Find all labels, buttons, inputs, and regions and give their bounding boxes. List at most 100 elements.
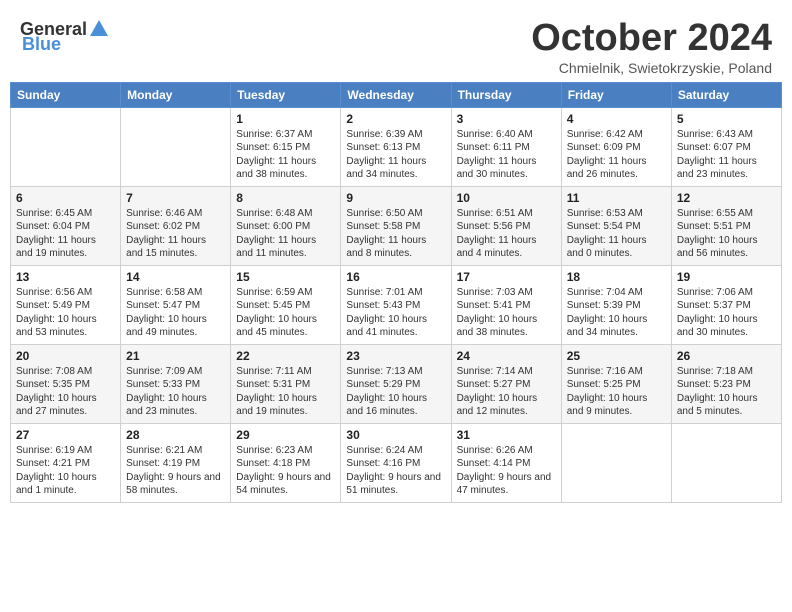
day-info: Sunrise: 7:14 AM Sunset: 5:27 PM Dayligh… — [457, 365, 556, 419]
page-header: General Blue October 2024 Chmielnik, Swi… — [10, 10, 782, 82]
weekday-header-friday: Friday — [561, 82, 671, 107]
day-info: Sunrise: 6:56 AM Sunset: 5:49 PM Dayligh… — [16, 286, 115, 340]
day-number: 15 — [236, 270, 335, 284]
day-info: Sunrise: 6:53 AM Sunset: 5:54 PM Dayligh… — [567, 207, 666, 261]
calendar-day-cell: 20Sunrise: 7:08 AM Sunset: 5:35 PM Dayli… — [11, 344, 121, 423]
calendar-day-cell: 2Sunrise: 6:39 AM Sunset: 6:13 PM Daylig… — [341, 107, 451, 186]
day-number: 1 — [236, 112, 335, 126]
day-number: 29 — [236, 428, 335, 442]
day-number: 4 — [567, 112, 666, 126]
calendar-day-cell: 10 Sunrise: 6:51 AM Sunset: 5:56 PM Dayli… — [451, 186, 561, 265]
day-number: 5 — [677, 112, 776, 126]
day-number: 19 — [677, 270, 776, 284]
day-number: 2 — [346, 112, 445, 126]
calendar-day-cell: 19Sunrise: 7:06 AM Sunset: 5:37 PM Dayli… — [671, 265, 781, 344]
location-subtitle: Chmielnik, Swietokrzyskie, Poland — [531, 60, 772, 76]
calendar-day-cell: 5 Sunrise: 6:43 AM Sunset: 6:07 PM Daylig… — [671, 107, 781, 186]
day-info: Sunrise: 6:21 AM Sunset: 4:19 PM Dayligh… — [126, 444, 225, 498]
weekday-header-tuesday: Tuesday — [231, 82, 341, 107]
day-info: Sunrise: 6:51 AM Sunset: 5:56 PM Dayligh… — [457, 207, 556, 261]
day-number: 25 — [567, 349, 666, 363]
day-number: 24 — [457, 349, 556, 363]
day-number: 6 — [16, 191, 115, 205]
day-number: 14 — [126, 270, 225, 284]
day-info: Sunrise: 6:26 AM Sunset: 4:14 PM Dayligh… — [457, 444, 556, 498]
weekday-header-monday: Monday — [121, 82, 231, 107]
day-info: Sunrise: 6:37 AM Sunset: 6:15 PM Dayligh… — [236, 128, 335, 182]
calendar-day-cell: 11 Sunrise: 6:53 AM Sunset: 5:54 PM Dayli… — [561, 186, 671, 265]
day-number: 30 — [346, 428, 445, 442]
calendar-day-cell: 13 Sunrise: 6:56 AM Sunset: 5:49 PM Dayli… — [11, 265, 121, 344]
calendar-day-cell — [561, 423, 671, 502]
calendar-day-cell: 12 Sunrise: 6:55 AM Sunset: 5:51 PM Dayli… — [671, 186, 781, 265]
calendar-day-cell: 3 Sunrise: 6:40 AM Sunset: 6:11 PM Daylig… — [451, 107, 561, 186]
calendar-day-cell — [671, 423, 781, 502]
logo-blue-text: Blue — [22, 34, 61, 55]
day-info: Sunrise: 7:18 AM Sunset: 5:23 PM Dayligh… — [677, 365, 776, 419]
calendar-week-row: 20Sunrise: 7:08 AM Sunset: 5:35 PM Dayli… — [11, 344, 782, 423]
calendar-day-cell: 30Sunrise: 6:24 AM Sunset: 4:16 PM Dayli… — [341, 423, 451, 502]
day-info: Sunrise: 6:43 AM Sunset: 6:07 PM Dayligh… — [677, 128, 776, 182]
day-number: 12 — [677, 191, 776, 205]
day-number: 18 — [567, 270, 666, 284]
day-info: Sunrise: 6:42 AM Sunset: 6:09 PM Dayligh… — [567, 128, 666, 182]
day-info: Sunrise: 6:59 AM Sunset: 5:45 PM Dayligh… — [236, 286, 335, 340]
month-title: October 2024 — [531, 18, 772, 60]
calendar-day-cell: 29 Sunrise: 6:23 AM Sunset: 4:18 PM Dayli… — [231, 423, 341, 502]
title-block: October 2024 Chmielnik, Swietokrzyskie, … — [531, 18, 772, 76]
calendar-day-cell: 8 Sunrise: 6:48 AM Sunset: 6:00 PM Daylig… — [231, 186, 341, 265]
day-number: 9 — [346, 191, 445, 205]
calendar-week-row: 13 Sunrise: 6:56 AM Sunset: 5:49 PM Dayli… — [11, 265, 782, 344]
calendar-day-cell: 1 Sunrise: 6:37 AM Sunset: 6:15 PM Daylig… — [231, 107, 341, 186]
day-info: Sunrise: 7:09 AM Sunset: 5:33 PM Dayligh… — [126, 365, 225, 419]
calendar-day-cell: 24 Sunrise: 7:14 AM Sunset: 5:27 PM Dayli… — [451, 344, 561, 423]
day-number: 3 — [457, 112, 556, 126]
calendar-day-cell: 14 Sunrise: 6:58 AM Sunset: 5:47 PM Dayli… — [121, 265, 231, 344]
calendar-day-cell: 9 Sunrise: 6:50 AM Sunset: 5:58 PM Daylig… — [341, 186, 451, 265]
day-number: 13 — [16, 270, 115, 284]
day-number: 31 — [457, 428, 556, 442]
day-info: Sunrise: 6:48 AM Sunset: 6:00 PM Dayligh… — [236, 207, 335, 261]
calendar-day-cell: 7Sunrise: 6:46 AM Sunset: 6:02 PM Daylig… — [121, 186, 231, 265]
weekday-header-thursday: Thursday — [451, 82, 561, 107]
day-info: Sunrise: 7:04 AM Sunset: 5:39 PM Dayligh… — [567, 286, 666, 340]
logo-icon — [88, 18, 110, 40]
calendar-day-cell: 28 Sunrise: 6:21 AM Sunset: 4:19 PM Dayli… — [121, 423, 231, 502]
calendar-day-cell: 26Sunrise: 7:18 AM Sunset: 5:23 PM Dayli… — [671, 344, 781, 423]
day-number: 16 — [346, 270, 445, 284]
day-info: Sunrise: 6:46 AM Sunset: 6:02 PM Dayligh… — [126, 207, 225, 261]
calendar-day-cell: 15 Sunrise: 6:59 AM Sunset: 5:45 PM Dayli… — [231, 265, 341, 344]
day-info: Sunrise: 7:16 AM Sunset: 5:25 PM Dayligh… — [567, 365, 666, 419]
calendar-day-cell: 23 Sunrise: 7:13 AM Sunset: 5:29 PM Dayli… — [341, 344, 451, 423]
day-number: 21 — [126, 349, 225, 363]
day-number: 28 — [126, 428, 225, 442]
calendar-table: SundayMondayTuesdayWednesdayThursdayFrid… — [10, 82, 782, 503]
day-info: Sunrise: 7:01 AM Sunset: 5:43 PM Dayligh… — [346, 286, 445, 340]
day-number: 11 — [567, 191, 666, 205]
calendar-day-cell: 16 Sunrise: 7:01 AM Sunset: 5:43 PM Dayli… — [341, 265, 451, 344]
day-info: Sunrise: 6:45 AM Sunset: 6:04 PM Dayligh… — [16, 207, 115, 261]
calendar-day-cell: 18 Sunrise: 7:04 AM Sunset: 5:39 PM Dayli… — [561, 265, 671, 344]
calendar-week-row: 27 Sunrise: 6:19 AM Sunset: 4:21 PM Dayli… — [11, 423, 782, 502]
day-info: Sunrise: 6:23 AM Sunset: 4:18 PM Dayligh… — [236, 444, 335, 498]
day-number: 10 — [457, 191, 556, 205]
calendar-day-cell: 17Sunrise: 7:03 AM Sunset: 5:41 PM Dayli… — [451, 265, 561, 344]
day-number: 20 — [16, 349, 115, 363]
day-number: 8 — [236, 191, 335, 205]
day-info: Sunrise: 6:19 AM Sunset: 4:21 PM Dayligh… — [16, 444, 115, 498]
day-number: 22 — [236, 349, 335, 363]
calendar-day-cell: 21 Sunrise: 7:09 AM Sunset: 5:33 PM Dayli… — [121, 344, 231, 423]
day-info: Sunrise: 6:55 AM Sunset: 5:51 PM Dayligh… — [677, 207, 776, 261]
day-number: 23 — [346, 349, 445, 363]
day-info: Sunrise: 7:13 AM Sunset: 5:29 PM Dayligh… — [346, 365, 445, 419]
day-info: Sunrise: 6:58 AM Sunset: 5:47 PM Dayligh… — [126, 286, 225, 340]
calendar-day-cell: 25 Sunrise: 7:16 AM Sunset: 5:25 PM Dayli… — [561, 344, 671, 423]
day-info: Sunrise: 6:50 AM Sunset: 5:58 PM Dayligh… — [346, 207, 445, 261]
calendar-day-cell: 31 Sunrise: 6:26 AM Sunset: 4:14 PM Dayli… — [451, 423, 561, 502]
calendar-day-cell: 27 Sunrise: 6:19 AM Sunset: 4:21 PM Dayli… — [11, 423, 121, 502]
day-info: Sunrise: 6:40 AM Sunset: 6:11 PM Dayligh… — [457, 128, 556, 182]
day-number: 27 — [16, 428, 115, 442]
calendar-week-row: 1 Sunrise: 6:37 AM Sunset: 6:15 PM Daylig… — [11, 107, 782, 186]
day-info: Sunrise: 7:11 AM Sunset: 5:31 PM Dayligh… — [236, 365, 335, 419]
day-number: 17 — [457, 270, 556, 284]
